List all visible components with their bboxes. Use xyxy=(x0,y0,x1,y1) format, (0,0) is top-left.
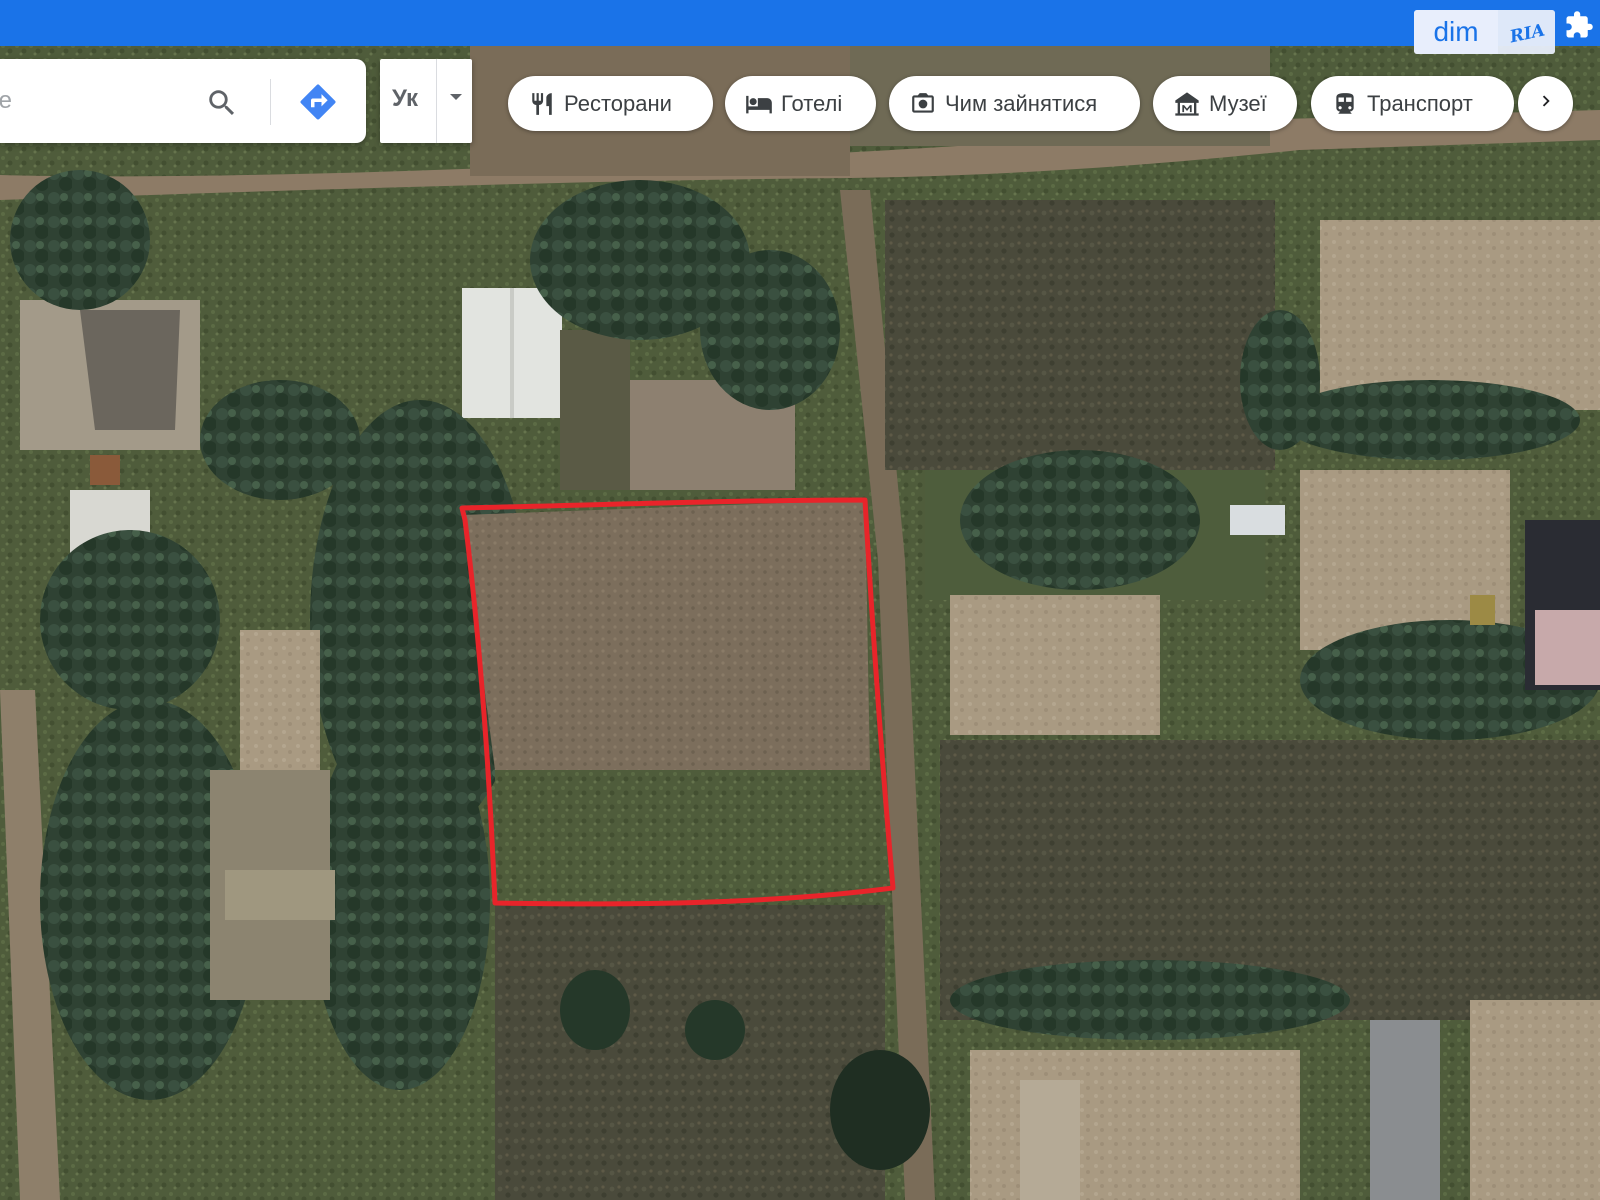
chips-next-button[interactable] xyxy=(1518,76,1573,131)
language-divider xyxy=(436,59,437,143)
svg-text:RIA: RIA xyxy=(1507,21,1547,48)
bus-icon xyxy=(1331,90,1359,118)
browser-top-bar xyxy=(0,0,1600,46)
chip-restaurants[interactable]: Ресторани xyxy=(508,76,713,131)
camera-icon xyxy=(909,90,937,118)
search-input[interactable] xyxy=(0,81,190,121)
search-box xyxy=(0,59,366,143)
bed-icon xyxy=(745,90,773,118)
chip-label: Готелі xyxy=(781,90,843,116)
language-selected-value: Ук xyxy=(392,85,419,112)
directions-icon[interactable] xyxy=(290,79,346,125)
chevron-right-icon xyxy=(1535,90,1557,117)
fork-knife-icon xyxy=(528,90,556,118)
search-divider xyxy=(270,79,271,125)
language-select[interactable]: Ук xyxy=(380,59,472,143)
chip-activities[interactable]: Чим зайнятися xyxy=(889,76,1140,131)
extension-puzzle-icon[interactable] xyxy=(1564,10,1594,40)
museum-icon xyxy=(1173,90,1201,118)
chip-hotels[interactable]: Готелі xyxy=(725,76,876,131)
chevron-down-icon[interactable] xyxy=(446,87,466,107)
search-icon[interactable] xyxy=(200,81,244,125)
chip-label: Транспорт xyxy=(1367,90,1473,116)
chip-label: Чим зайнятися xyxy=(945,90,1098,116)
ria-logo-icon: RIA xyxy=(1498,10,1555,54)
watermark-dim-text: dim xyxy=(1414,10,1498,54)
chip-transport[interactable]: Транспорт xyxy=(1311,76,1514,131)
chip-label: Музеї xyxy=(1209,90,1267,116)
dimria-watermark: dim RIA xyxy=(1414,10,1555,54)
chip-label: Ресторани xyxy=(564,90,672,116)
satellite-map[interactable] xyxy=(0,0,1600,1200)
chip-museums[interactable]: Музеї xyxy=(1153,76,1297,131)
